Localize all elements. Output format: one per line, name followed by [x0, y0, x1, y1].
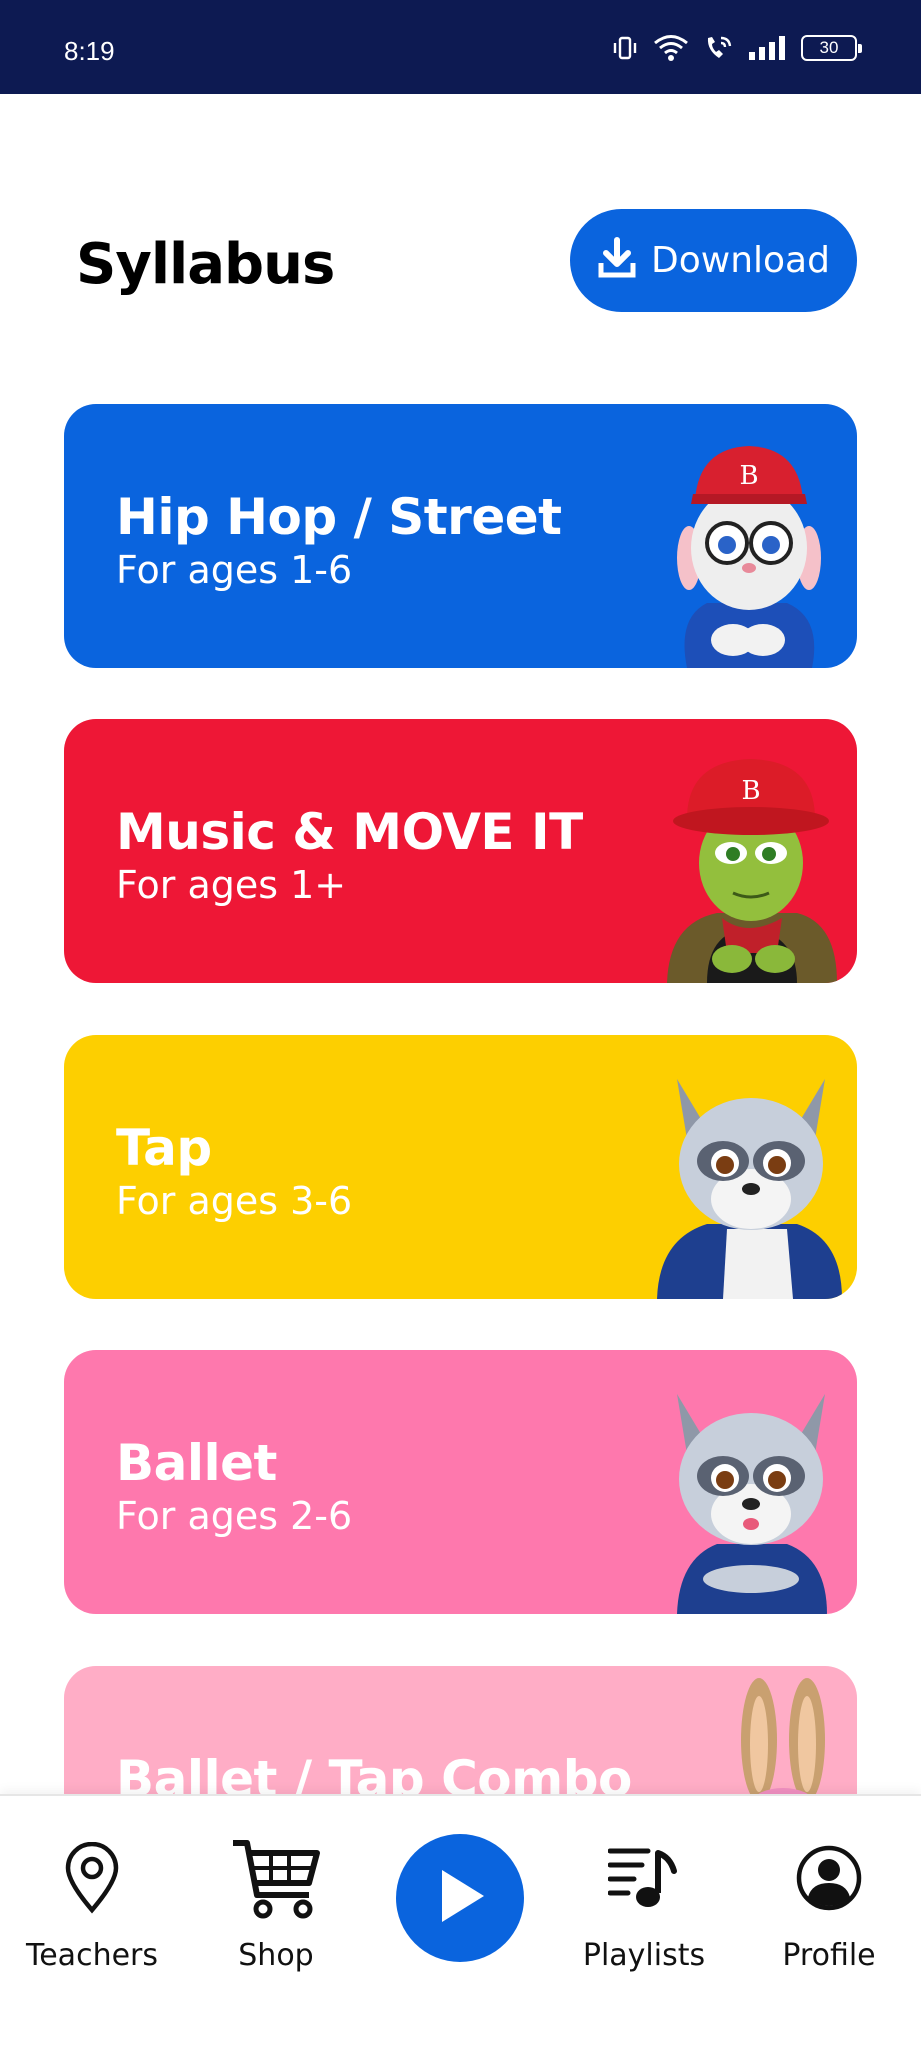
battery-level: 30 — [819, 38, 839, 57]
profile-icon — [796, 1830, 862, 1926]
bunny-pink-bow-image — [741, 1678, 825, 1794]
status-bar: 8:19 30 — [0, 0, 921, 94]
page-title: Syllabus — [76, 232, 335, 297]
syllabus-list[interactable]: Hip Hop / Street For ages 1-6 B Music & … — [0, 380, 921, 1794]
vibrate-icon — [611, 34, 639, 62]
card-title: Tap — [116, 1119, 212, 1177]
syllabus-card-ballet-tap-combo[interactable]: Ballet / Tap Combo — [64, 1666, 857, 1794]
syllabus-card-music-move-it[interactable]: Music & MOVE IT For ages 1+ B — [64, 719, 857, 983]
play-icon — [432, 1866, 488, 1931]
nav-shop[interactable]: Shop — [184, 1830, 368, 1973]
nav-label: Profile — [782, 1938, 876, 1973]
wifi-icon — [653, 34, 689, 62]
signal-icon — [747, 34, 787, 62]
card-subtitle: For ages 2-6 — [116, 1494, 353, 1538]
svg-text:B: B — [739, 461, 758, 491]
card-title: Ballet — [116, 1434, 277, 1492]
location-pin-icon — [64, 1830, 120, 1926]
card-subtitle: For ages 1-6 — [116, 548, 353, 592]
download-label: Download — [651, 240, 830, 281]
syllabus-card-hip-hop[interactable]: Hip Hop / Street For ages 1-6 B — [64, 404, 857, 668]
bottom-nav: Teachers Shop Playlists Profile — [0, 1794, 921, 2047]
nav-profile[interactable]: Profile — [737, 1830, 921, 1973]
svg-text:B: B — [741, 776, 760, 806]
raccoon-arms-crossed-image — [677, 1394, 827, 1614]
syllabus-card-ballet[interactable]: Ballet For ages 2-6 — [64, 1350, 857, 1614]
status-time: 8:19 — [64, 36, 115, 66]
nav-playlists[interactable]: Playlists — [552, 1830, 736, 1973]
download-icon — [597, 237, 637, 284]
bunny-character-image: B — [677, 446, 821, 668]
playlist-icon — [608, 1830, 680, 1926]
nav-label: Shop — [238, 1938, 314, 1973]
nav-teachers[interactable]: Teachers — [0, 1830, 184, 1973]
battery-icon: 30 — [801, 35, 862, 61]
status-icons: 30 — [611, 34, 862, 62]
turtle-character-image: B — [667, 759, 837, 983]
card-subtitle: For ages 3-6 — [116, 1179, 353, 1223]
download-button[interactable]: Download — [570, 209, 857, 312]
cart-icon — [231, 1830, 321, 1926]
card-title: Ballet / Tap Combo — [116, 1750, 632, 1794]
play-button[interactable] — [396, 1834, 524, 1962]
card-subtitle: For ages 1+ — [116, 863, 347, 907]
wifi-calling-icon — [703, 34, 733, 62]
card-title: Hip Hop / Street — [116, 488, 562, 546]
syllabus-card-tap[interactable]: Tap For ages 3-6 — [64, 1035, 857, 1299]
nav-label: Playlists — [582, 1938, 706, 1973]
nav-label: Teachers — [26, 1938, 158, 1973]
card-title: Music & MOVE IT — [116, 803, 583, 861]
raccoon-character-image — [657, 1079, 842, 1299]
